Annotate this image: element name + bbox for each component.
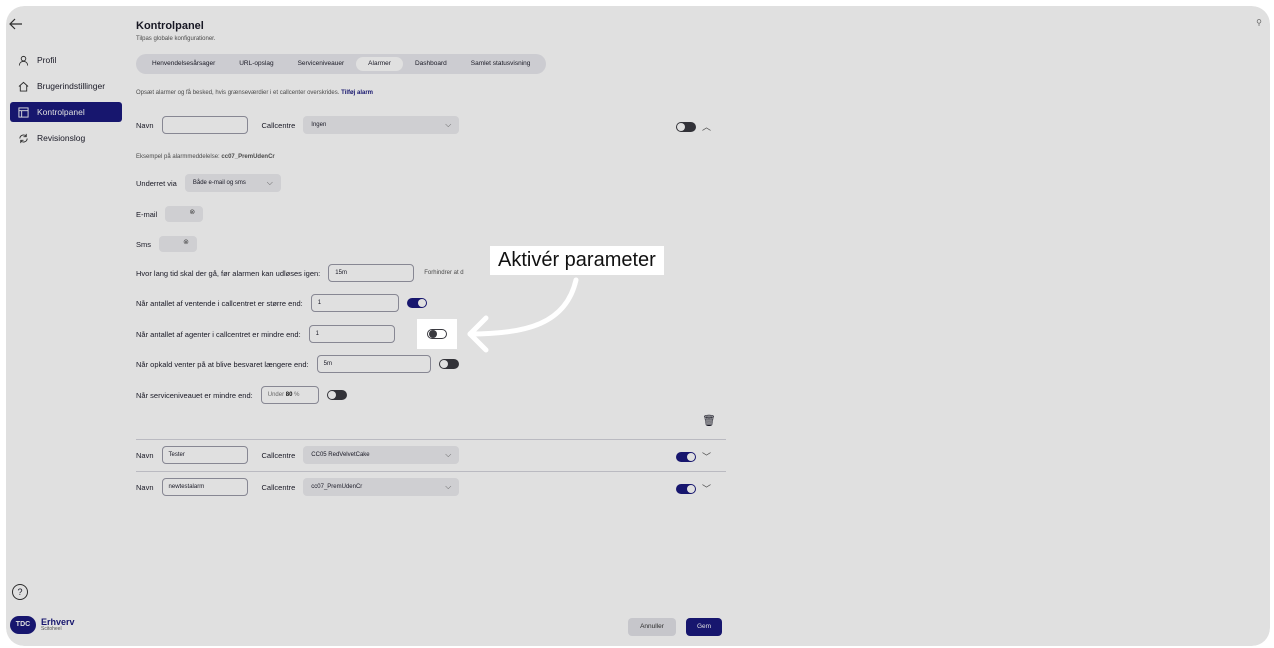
alarm-enable-toggle[interactable]: [676, 483, 696, 494]
wait-time-label: Når opkald venter på at blive besvaret l…: [136, 359, 309, 369]
clear-icon[interactable]: ⊗: [183, 238, 189, 246]
add-alarm-link[interactable]: Tilføj alarm: [341, 90, 373, 96]
agents-label: Når antallet af agenter i callcentret er…: [136, 329, 301, 339]
sidebar-item-profil[interactable]: Profil: [10, 50, 122, 70]
alarm-name-input[interactable]: newtestalarm: [161, 478, 248, 496]
chevron-down-icon: ⌵: [445, 482, 452, 491]
divider: [136, 471, 726, 472]
clear-icon[interactable]: ⊗: [189, 208, 195, 216]
example-message: Eksempel på alarmmeddelelse: cc07_PremUd…: [136, 154, 275, 160]
alarm-name-input[interactable]: Tester: [161, 446, 248, 464]
chevron-down-icon: ⌵: [266, 178, 273, 187]
logo-sub: Scitoheel: [41, 626, 62, 632]
tab-dashboard[interactable]: Dashboard: [403, 57, 459, 71]
callout-label: Aktivér parameter: [490, 246, 664, 275]
chevron-up-icon[interactable]: ︿: [702, 120, 711, 133]
tab-url-opslag[interactable]: URL-opslag: [227, 57, 285, 71]
repeat-input[interactable]: 15m: [328, 264, 415, 282]
notify-select[interactable]: Både e-mail og sms ⌵: [184, 174, 281, 192]
company-logo: TDC Erhverv Scitoheel: [10, 616, 75, 634]
agents-toggle[interactable]: [427, 329, 447, 339]
tab-serviceniveauer[interactable]: Serviceniveauer: [286, 57, 357, 71]
sms-chip[interactable]: ⊗: [159, 236, 197, 252]
home-icon: [18, 81, 29, 92]
cancel-button[interactable]: Annuller: [628, 618, 676, 636]
sms-label: Sms: [136, 239, 151, 249]
callcentre-label: Callcentre: [261, 120, 296, 130]
pin-icon[interactable]: ⚲: [1256, 18, 1262, 27]
page-subtitle: Tilpas globale konfigurationer.: [136, 36, 216, 42]
wait-time-input[interactable]: 5m: [316, 355, 431, 373]
email-chip[interactable]: ⊗: [165, 206, 204, 222]
highlight-box: [417, 319, 457, 349]
sidebar-item-label: Profil: [37, 55, 57, 65]
alarm-row: Navn newtestalarm Callcentre cc07_PremUd…: [136, 478, 460, 496]
person-icon: [18, 55, 29, 66]
sidebar-item-kontrolpanel[interactable]: Kontrolpanel: [10, 102, 122, 122]
agents-input[interactable]: 1: [308, 325, 395, 343]
intro-text: Opsæt alarmer og få besked, hvis grænsev…: [136, 90, 373, 96]
waiting-label: Når antallet af ventende i callcentret e…: [136, 298, 303, 308]
tab-samlet-statusvisning[interactable]: Samlet statusvisning: [459, 57, 543, 71]
app-window: ⚲ Profil Brugerindstillinger Kontrolpane…: [6, 6, 1270, 646]
sidebar-item-label: Brugerindstillinger: [37, 81, 106, 91]
help-icon[interactable]: ?: [12, 584, 28, 600]
chevron-down-icon[interactable]: ﹀: [702, 450, 711, 463]
save-button[interactable]: Gem: [686, 618, 722, 636]
tab-bar: Henvendelsesårsager URL-opslag Serviceni…: [136, 54, 547, 74]
panel-icon: [18, 106, 29, 118]
notify-label: Underret via: [136, 178, 177, 188]
tab-henvendelsesarsager[interactable]: Henvendelsesårsager: [140, 57, 227, 71]
sidebar-item-brugerindstillinger[interactable]: Brugerindstillinger: [10, 76, 122, 96]
name-input[interactable]: [161, 116, 248, 134]
sidebar-item-revisionslog[interactable]: Revisionslog: [10, 128, 122, 148]
callcentre-select[interactable]: Ingen ⌵: [303, 116, 460, 134]
email-label: E-mail: [136, 209, 158, 219]
service-input[interactable]: Under 80 %: [260, 386, 319, 404]
chevron-down-icon: ⌵: [445, 120, 452, 129]
alarm-enable-toggle[interactable]: [676, 451, 696, 462]
back-arrow-icon[interactable]: [8, 16, 26, 34]
waiting-toggle[interactable]: [406, 298, 427, 308]
sidebar-item-label: Revisionslog: [37, 133, 86, 143]
repeat-label: Hvor lang tid skal der gå, før alarmen k…: [136, 268, 321, 278]
name-label: Navn: [136, 120, 154, 130]
alarm-callcentre-select[interactable]: cc07_PremUdenCr ⌵: [303, 478, 460, 496]
sidebar: Profil Brugerindstillinger Kontrolpanel …: [10, 50, 122, 154]
trash-icon[interactable]: 🗑: [702, 414, 716, 427]
sync-icon: [19, 133, 28, 143]
logo-badge: TDC: [10, 616, 36, 634]
waiting-input[interactable]: 1: [310, 294, 399, 312]
alarm-callcentre-select[interactable]: CC05 RedVelvetCake ⌵: [303, 446, 460, 464]
chevron-down-icon[interactable]: ﹀: [702, 482, 711, 495]
divider: [136, 439, 726, 440]
sidebar-item-label: Kontrolpanel: [37, 107, 85, 117]
curved-arrow-icon: [467, 277, 579, 353]
service-label: Når serviceniveauet er mindre end:: [136, 390, 253, 400]
tab-alarmer[interactable]: Alarmer: [356, 57, 403, 71]
page-title: Kontrolpanel: [136, 20, 204, 32]
chevron-down-icon: ⌵: [445, 450, 452, 459]
alarm-row: Navn Tester Callcentre CC05 RedVelvetCak…: [136, 446, 460, 464]
alarm-enable-toggle[interactable]: [676, 121, 696, 132]
service-toggle[interactable]: [326, 390, 347, 400]
